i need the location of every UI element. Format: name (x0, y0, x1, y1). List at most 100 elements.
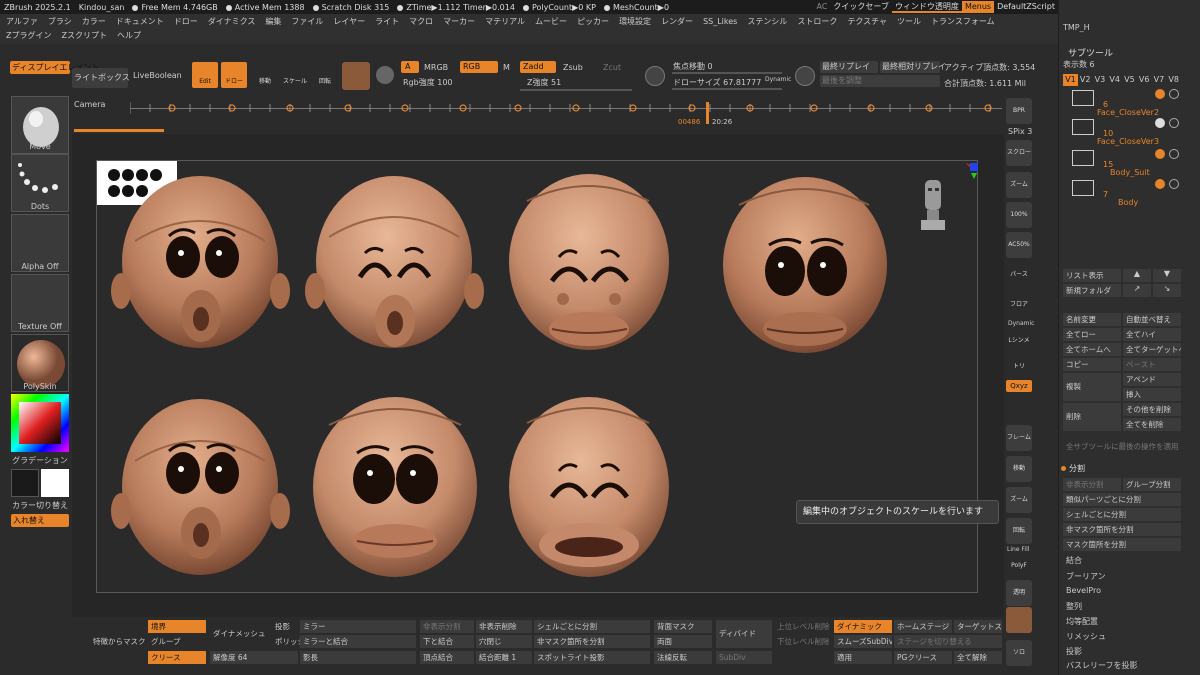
menu-item-1[interactable]: ブラシ (48, 15, 72, 29)
menu-item-14[interactable]: ピッカー (577, 15, 609, 29)
head-5[interactable] (111, 399, 290, 575)
version-tab-8[interactable]: V8 (1166, 74, 1181, 86)
targetstage-button[interactable]: ターゲットス (954, 620, 1002, 633)
subtool-2-name[interactable]: Face_CloseVer3 (1097, 137, 1159, 146)
hidden-split-button[interactable]: 非表示分割 (420, 620, 474, 633)
zoom100-button[interactable]: 100% (1006, 202, 1032, 228)
mrgb-button[interactable]: MRGB (424, 63, 448, 72)
version-tab-1[interactable]: V1 (1063, 74, 1078, 86)
ac-button[interactable]: AC (813, 1, 830, 13)
list-view-button[interactable]: リスト表示 (1063, 269, 1121, 282)
distribute-section[interactable]: 均等配置 (1066, 616, 1098, 627)
draw-size-slider[interactable]: ドローサイズ 67.81777 (673, 77, 761, 88)
move-down-folder-icon[interactable]: ↘ (1153, 284, 1181, 297)
split-similar-button[interactable]: 類似パーツごとに分割 (1063, 493, 1181, 506)
polyf-button[interactable]: PolyF (1006, 553, 1032, 579)
menu-item-6[interactable]: 編集 (265, 15, 281, 29)
flip-normals-button[interactable]: 法線反転 (654, 651, 712, 664)
dynamic-toggle[interactable]: Dynamic (765, 76, 791, 83)
delete-button[interactable]: 削除 (1063, 403, 1121, 431)
primary-color-swatch[interactable] (41, 469, 69, 497)
focal-slider[interactable]: 焦点移動 0 (673, 61, 713, 72)
menu-item-19[interactable]: ストローク (797, 15, 837, 29)
delete-other-button[interactable]: その他を削除 (1123, 403, 1181, 416)
frame-button[interactable]: フレーム (1006, 425, 1032, 451)
version-tab-3[interactable]: V3 (1093, 74, 1108, 86)
gizmo-icon[interactable] (376, 66, 394, 84)
subtool-2-folder-icon[interactable] (1072, 119, 1094, 135)
menu-item-20[interactable]: テクスチャ (847, 15, 887, 29)
copy-button[interactable]: コピー (1063, 358, 1121, 371)
uncrease-all-button[interactable]: 全て解除 (954, 651, 1002, 664)
head-7[interactable] (509, 397, 669, 577)
subtool-4-gear-icon[interactable] (1155, 179, 1165, 189)
menu-item-10[interactable]: マクロ (409, 15, 433, 29)
subtool-3-gear-icon[interactable] (1155, 149, 1165, 159)
z-intensity-slider[interactable]: Z強度 51 (527, 77, 561, 88)
apply-button[interactable]: 適用 (834, 651, 892, 664)
timeline-playhead[interactable] (706, 102, 709, 124)
merge-distance-slider[interactable]: 結合距離 1 (476, 651, 532, 664)
divide-button[interactable]: ディバイド (716, 620, 772, 648)
swap-colors-button[interactable]: 入れ替え (11, 514, 69, 527)
rename-button[interactable]: 名前変更 (1063, 313, 1121, 326)
delete-all-button[interactable]: 全てを削除 (1123, 418, 1181, 431)
remesh-section[interactable]: リメッシュ (1066, 631, 1106, 642)
zcut-button[interactable]: Zcut (603, 63, 621, 72)
replay-last-rel-button[interactable]: 最終相対リプレイ (880, 61, 946, 73)
lower-merge-button[interactable]: 下と結合 (420, 635, 474, 648)
replay-last-button[interactable]: 最終リプレイ (820, 61, 878, 73)
tool-thumbnail-name[interactable]: TMP_H (1063, 23, 1090, 32)
menu-item-16[interactable]: レンダー (661, 15, 693, 29)
all-target-button[interactable]: 全てターゲットへ (1123, 343, 1181, 356)
menu-item-18[interactable]: ステンシル (747, 15, 787, 29)
split-masked-button[interactable]: マスク箇所を分割 (1063, 538, 1181, 551)
subtool-4-eye-icon[interactable] (1169, 179, 1179, 189)
draw-button[interactable]: ドロー (221, 62, 247, 88)
zoom2d-button[interactable]: ズーム2D (1006, 172, 1032, 214)
menu-item-17[interactable]: SS_Likes (703, 15, 737, 29)
transparency-button[interactable]: ウィンドウ透明度 (891, 1, 962, 13)
subtool-title[interactable]: サブツール (1068, 46, 1113, 59)
resolution-slider[interactable]: 解像度 64 (210, 651, 298, 664)
insert-button[interactable]: 挿入 (1123, 388, 1181, 401)
liveboolean-button[interactable]: LiveBoolean (133, 71, 182, 80)
split-unmasked-button[interactable]: 非マスク箇所を分割 (1063, 523, 1181, 536)
shell-split-button[interactable]: シェルごとに分割 (534, 620, 650, 633)
d-icon[interactable] (795, 66, 815, 86)
head-2[interactable] (305, 176, 484, 348)
transparent-button[interactable]: 透明 (1006, 580, 1032, 606)
menu-item-23[interactable]: Zプラグイン (6, 29, 51, 43)
shadow-slider[interactable]: 影長 (300, 651, 416, 664)
scroll-button[interactable]: スクロール (1006, 140, 1032, 182)
menu-item-24[interactable]: Zスクリプト (61, 29, 106, 43)
zoom3d-button[interactable]: ズーム3D (1006, 487, 1032, 529)
solo-button[interactable]: ソロ (1006, 640, 1032, 666)
s-icon[interactable] (645, 66, 665, 86)
display-elements-button[interactable]: ディスプレイエレメント (10, 61, 99, 74)
version-tab-6[interactable]: V6 (1137, 74, 1152, 86)
subtool-3-folder-icon[interactable] (1072, 150, 1094, 166)
move-up-icon[interactable]: ▲ (1123, 269, 1151, 282)
edit-button[interactable]: Edit (192, 62, 218, 88)
border-button[interactable]: 境界 (148, 620, 206, 633)
menu-item-2[interactable]: カラー (82, 15, 106, 29)
menu-item-15[interactable]: 環境設定 (619, 15, 651, 29)
move-button[interactable]: 移動 (253, 64, 277, 88)
heads-scene[interactable] (97, 161, 979, 594)
feature-mask-button[interactable]: 特徴からマスク (90, 635, 148, 648)
adjust-last-button[interactable]: 最後を調整 (820, 75, 940, 87)
switch-stage-button[interactable]: ステージを切り替える (894, 635, 1002, 648)
all-home-button[interactable]: 全てホームへ (1063, 343, 1121, 356)
version-tab-4[interactable]: V4 (1107, 74, 1122, 86)
subtool-2-eye-icon[interactable] (1169, 118, 1179, 128)
xyz-button[interactable]: Qxyz (1006, 380, 1032, 392)
crease-button[interactable]: クリース (148, 651, 206, 664)
split-hidden-button[interactable]: 非表示分割 (1063, 478, 1121, 491)
subtool-3-name[interactable]: Body_Suit (1110, 168, 1150, 177)
head-6[interactable] (313, 397, 477, 577)
subtool-2-gear-icon[interactable] (1155, 118, 1165, 128)
rgb-button[interactable]: RGB (460, 61, 498, 73)
split-groups-button[interactable]: グループ分割 (1123, 478, 1181, 491)
menus-button[interactable]: Menus (961, 1, 995, 13)
